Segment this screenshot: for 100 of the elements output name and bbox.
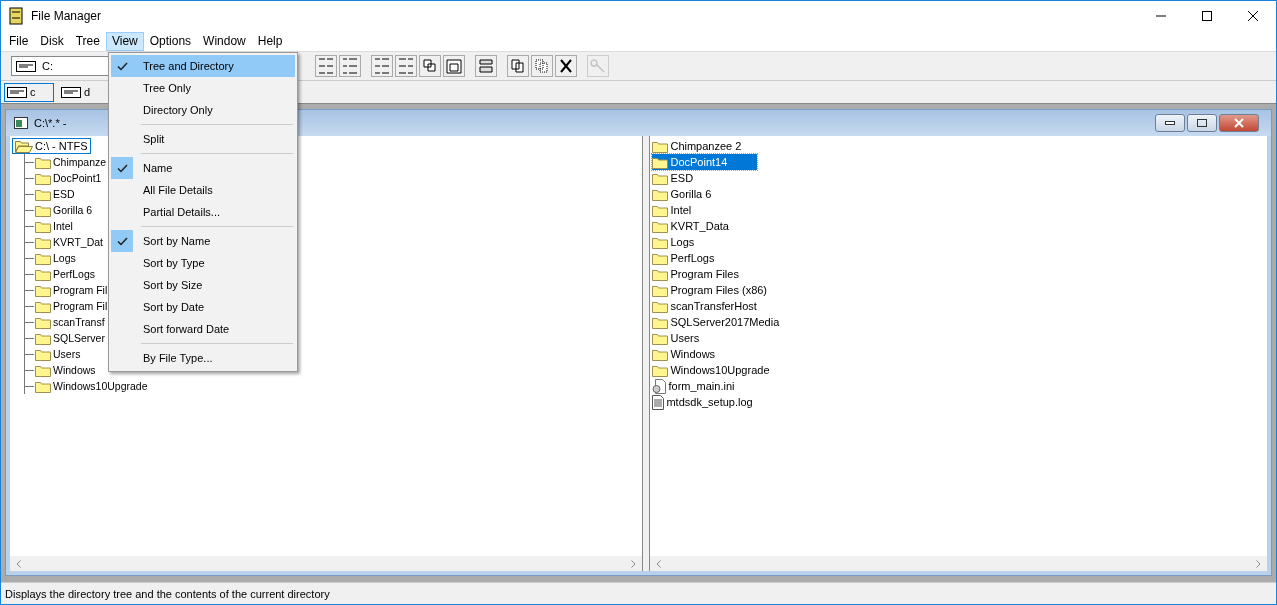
directory-entry[interactable]: Intel: [652, 202, 692, 218]
directory-entry[interactable]: form_main.ini: [652, 378, 735, 394]
menu-item[interactable]: Disk: [34, 31, 70, 51]
directory-entry[interactable]: Windows: [652, 346, 716, 362]
folder-label[interactable]: Windows10Upgrade: [53, 379, 148, 393]
menu-item[interactable]: File: [3, 31, 35, 51]
menu-item[interactable]: View: [105, 31, 144, 51]
menu-option[interactable]: Tree Only: [111, 77, 295, 99]
file-cabinet-icon: [9, 7, 23, 25]
menu-option[interactable]: Sort by Type: [111, 252, 295, 274]
folder-icon: [35, 155, 51, 169]
menu-option[interactable]: Directory Only: [111, 99, 295, 121]
folder-label[interactable]: Windows: [53, 363, 96, 377]
folder-label[interactable]: scanTransf: [53, 315, 105, 329]
folder-label[interactable]: Logs: [53, 251, 76, 265]
drive-button[interactable]: d: [58, 82, 108, 102]
directory-entry[interactable]: Program Files (x86): [652, 282, 768, 298]
folder-icon: [652, 347, 669, 361]
splitter[interactable]: [642, 136, 651, 571]
check-icon: [116, 61, 128, 71]
horizontal-scrollbar[interactable]: [650, 556, 1267, 571]
directory-entry[interactable]: Windows10Upgrade: [652, 362, 770, 378]
menu-option[interactable]: Sort by Size: [111, 274, 295, 296]
folder-icon: [35, 267, 51, 281]
directory-entry[interactable]: PerfLogs: [652, 250, 715, 266]
folder-label[interactable]: Gorilla 6: [53, 203, 93, 217]
windows-button[interactable]: [419, 55, 441, 77]
directory-entry[interactable]: Logs: [652, 234, 695, 250]
folder-icon: [652, 363, 669, 377]
directory-entry[interactable]: SQLServer2017Media: [652, 314, 780, 330]
directory-entry[interactable]: DocPoint14: [652, 154, 758, 170]
folder-icon: [652, 283, 669, 297]
scroll-left-icon[interactable]: [656, 559, 662, 568]
close-button[interactable]: [1219, 114, 1259, 132]
window-icon: [14, 117, 28, 129]
folder-icon: [652, 299, 669, 313]
document-icon: [652, 394, 665, 410]
folder-icon: [652, 267, 669, 281]
directory-entry[interactable]: Program Files: [652, 266, 739, 282]
folder-icon: [35, 379, 51, 393]
folder-icon: [35, 187, 51, 201]
menu-option[interactable]: All File Details: [111, 179, 295, 201]
close-icon: [1248, 11, 1258, 21]
menu-option[interactable]: Name: [111, 157, 295, 179]
directory-entry[interactable]: Users: [652, 330, 700, 346]
window-title: File Manager: [31, 9, 102, 23]
menu-option[interactable]: Partial Details...: [111, 201, 295, 223]
folder-icon: [652, 187, 669, 201]
scroll-left-icon[interactable]: [16, 559, 21, 568]
folder-label[interactable]: DocPoint1: [53, 171, 102, 185]
folder-label[interactable]: Chimpanze: [53, 155, 107, 169]
child-window-title: C:\*.* -: [34, 116, 67, 130]
directory-entry[interactable]: ESD: [652, 170, 694, 186]
menu-option[interactable]: Sort forward Date: [111, 318, 295, 340]
folder-icon: [35, 235, 51, 249]
menu-item[interactable]: Options: [143, 31, 198, 51]
folder-label[interactable]: Users: [53, 347, 81, 361]
folder-icon: [35, 203, 51, 217]
folder-icon: [35, 347, 51, 361]
menu-item[interactable]: Tree: [69, 31, 106, 51]
menu-option[interactable]: Sort by Name: [111, 230, 295, 252]
drive-icon: [7, 86, 27, 98]
directory-entry[interactable]: mtdsdk_setup.log: [652, 394, 753, 410]
menu-item[interactable]: Window: [197, 31, 252, 51]
folder-label[interactable]: ESD: [53, 187, 75, 201]
drive-button[interactable]: c: [4, 82, 54, 102]
folder-icon: [652, 155, 669, 169]
folder-label[interactable]: PerfLogs: [53, 267, 96, 281]
folder-icon: [35, 299, 51, 313]
folder-label[interactable]: Program Fil: [53, 299, 108, 313]
restore-button[interactable]: [1187, 114, 1217, 132]
minimize-icon: [1165, 121, 1175, 125]
drive-icon: [61, 86, 81, 98]
menu-item[interactable]: Help: [251, 31, 289, 51]
delete-button[interactable]: [555, 55, 577, 77]
scroll-right-icon[interactable]: [631, 559, 637, 568]
directory-entry[interactable]: Gorilla 6: [652, 186, 712, 202]
folder-label[interactable]: KVRT_Dat: [53, 235, 103, 249]
minimize-button[interactable]: [1155, 114, 1185, 132]
scroll-right-icon[interactable]: [1256, 559, 1261, 568]
folder-icon: [35, 363, 51, 377]
check-icon: [116, 236, 128, 246]
menu-option[interactable]: Tree and Directory: [111, 55, 295, 77]
menu-option[interactable]: Sort by Date: [111, 296, 295, 318]
folder-label[interactable]: Program Fil: [53, 283, 108, 297]
directory-entry[interactable]: Chimpanzee 2: [652, 138, 742, 154]
folder-icon: [652, 235, 669, 249]
windows-icon: [421, 57, 439, 75]
folder-label[interactable]: Intel: [53, 219, 73, 233]
copy-button[interactable]: [507, 55, 529, 77]
directory-entry[interactable]: scanTransferHost: [652, 298, 757, 314]
menu-option[interactable]: By File Type...: [111, 347, 295, 369]
folder-icon: [652, 251, 669, 265]
tree-root[interactable]: C:\ - NTFS: [12, 138, 91, 154]
menu-option[interactable]: Split: [111, 128, 295, 150]
copy-icon: [509, 57, 527, 75]
folder-label[interactable]: SQLServer: [53, 331, 105, 345]
drive-icon: [16, 60, 36, 72]
directory-entry[interactable]: KVRT_Data: [652, 218, 729, 234]
horizontal-scrollbar[interactable]: [10, 556, 643, 571]
